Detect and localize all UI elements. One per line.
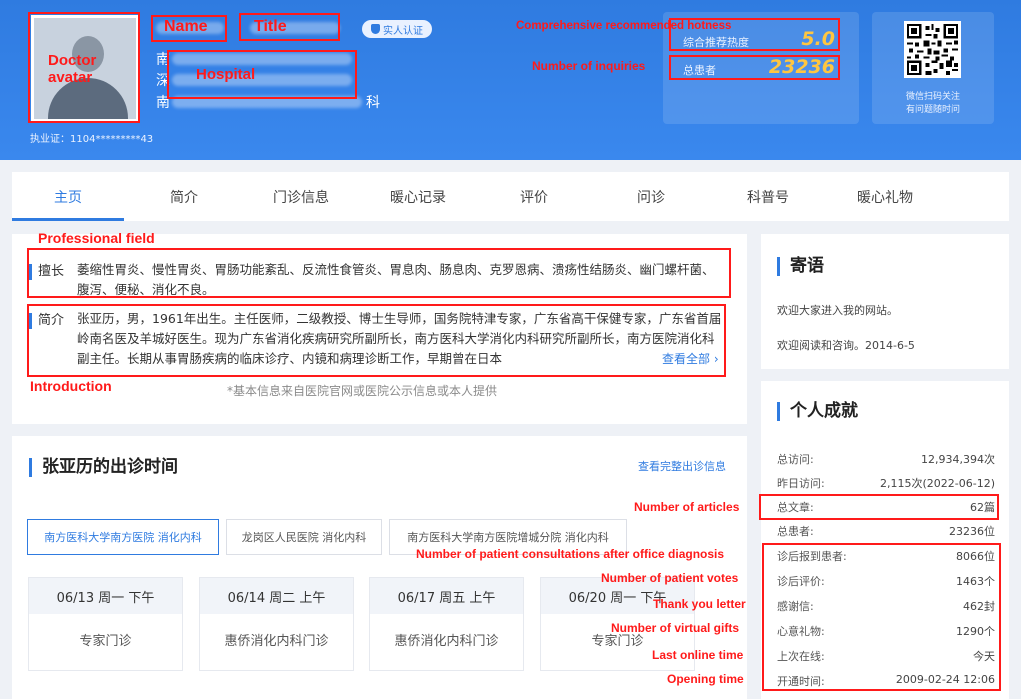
tab-home[interactable]: 主页: [12, 172, 124, 221]
stat-key: 总访问:: [777, 453, 814, 466]
tab-intro[interactable]: 简介: [128, 172, 240, 221]
qr-caption: 微信扫码关注 有问题随时问: [880, 91, 986, 117]
annotation-professional-field-label: Professional field: [38, 230, 155, 246]
greeting-title: 寄语: [777, 257, 824, 276]
annotation-gifts-label: Number of virtual gifts: [611, 621, 740, 635]
annotation-title-label: Title: [254, 18, 287, 35]
annotation-hotness-label: Comprehensive recommended hotness: [516, 20, 732, 32]
qr-code-icon[interactable]: [904, 21, 961, 78]
stat-value: 2,115次(2022-06-12): [879, 477, 995, 490]
stat-value: 23236位: [949, 525, 995, 538]
annotation-avatar-label: Doctor avatar: [48, 52, 97, 86]
stat-yesterday-visits: 昨日访问: 2,115次(2022-06-12): [777, 473, 995, 491]
verified-badge: 实人认证: [362, 20, 432, 38]
schedule-slot[interactable]: 06/13 周一 下午 专家门诊: [28, 577, 183, 671]
slot-date: 06/13 周一 下午: [29, 578, 182, 614]
slot-date: 06/17 周五 上午: [370, 578, 523, 614]
annotation-hospital-label: Hospital: [196, 66, 256, 83]
annotation-thank-you-label: Thank you letter: [653, 597, 746, 611]
annotation-last-online-label: Last online time: [652, 648, 744, 662]
slot-type: 惠侨消化内科门诊: [394, 634, 499, 649]
greeting-line-1: 欢迎大家进入我的网站。: [777, 304, 898, 317]
slot-type: 惠侨消化内科门诊: [224, 634, 329, 649]
schedule-title: 张亚历的出诊时间: [29, 458, 178, 477]
source-note: *基本信息来自医院官网或医院公示信息或本人提供: [227, 384, 498, 398]
greeting-line-2: 欢迎阅读和咨询。2014-6-5: [777, 339, 915, 352]
annotation-consultations-label: Number of patient consultations after of…: [416, 547, 725, 561]
annotation-articles-label: Number of articles: [634, 500, 740, 514]
tab-reviews[interactable]: 评价: [478, 172, 590, 221]
annotation-box-patient-stats: [762, 543, 1001, 691]
verified-badge-label: 实人认证: [383, 25, 423, 37]
annotation-opening-time-label: Opening time: [667, 672, 744, 686]
hospital-tab-2[interactable]: 龙岗区人民医院 消化内科: [226, 519, 382, 555]
annotation-introduction-label: Introduction: [30, 378, 112, 394]
annotation-inquiries-label: Number of inquiries: [532, 59, 646, 73]
annotation-box-specialty: [27, 248, 731, 298]
tab-care-records[interactable]: 暖心记录: [362, 172, 474, 221]
annotation-box-inquiries: [669, 55, 840, 80]
stat-total-patients: 总患者: 23236位: [777, 521, 995, 539]
tab-science[interactable]: 科普号: [712, 172, 824, 221]
tab-clinic-info[interactable]: 门诊信息: [245, 172, 357, 221]
full-schedule-link[interactable]: 查看完整出诊信息: [638, 458, 726, 474]
hospital-line-3-suffix: 科: [366, 95, 380, 111]
annotation-box-intro: [27, 304, 726, 377]
annotation-box-articles: [759, 494, 999, 520]
tab-bar: 主页 简介 门诊信息 暖心记录 评价 问诊 科普号 暖心礼物: [12, 172, 1009, 221]
hospital-tab-1[interactable]: 南方医科大学南方医院 消化内科: [27, 519, 219, 555]
slot-type: 专家门诊: [79, 634, 132, 649]
achievements-title: 个人成就: [777, 402, 858, 421]
tab-consultation[interactable]: 问诊: [595, 172, 707, 221]
annotation-name-label: Name: [164, 18, 208, 35]
stat-total-visits: 总访问: 12,934,394次: [777, 449, 995, 467]
stat-key: 昨日访问:: [777, 477, 825, 490]
schedule-slot[interactable]: 06/14 周二 上午 惠侨消化内科门诊: [199, 577, 354, 671]
schedule-slot[interactable]: 06/17 周五 上午 惠侨消化内科门诊: [369, 577, 524, 671]
slot-date: 06/14 周二 上午: [200, 578, 353, 614]
tab-gifts[interactable]: 暖心礼物: [829, 172, 941, 221]
qr-caption-line-2: 有问题随时问: [905, 105, 960, 115]
stat-key: 总患者:: [777, 525, 814, 538]
qr-caption-line-1: 微信扫码关注: [905, 92, 960, 102]
annotation-votes-label: Number of patient votes: [601, 571, 739, 585]
shield-icon: [371, 24, 380, 34]
license-number: 执业证：1104*********43: [30, 134, 154, 145]
stat-value: 12,934,394次: [921, 453, 995, 466]
